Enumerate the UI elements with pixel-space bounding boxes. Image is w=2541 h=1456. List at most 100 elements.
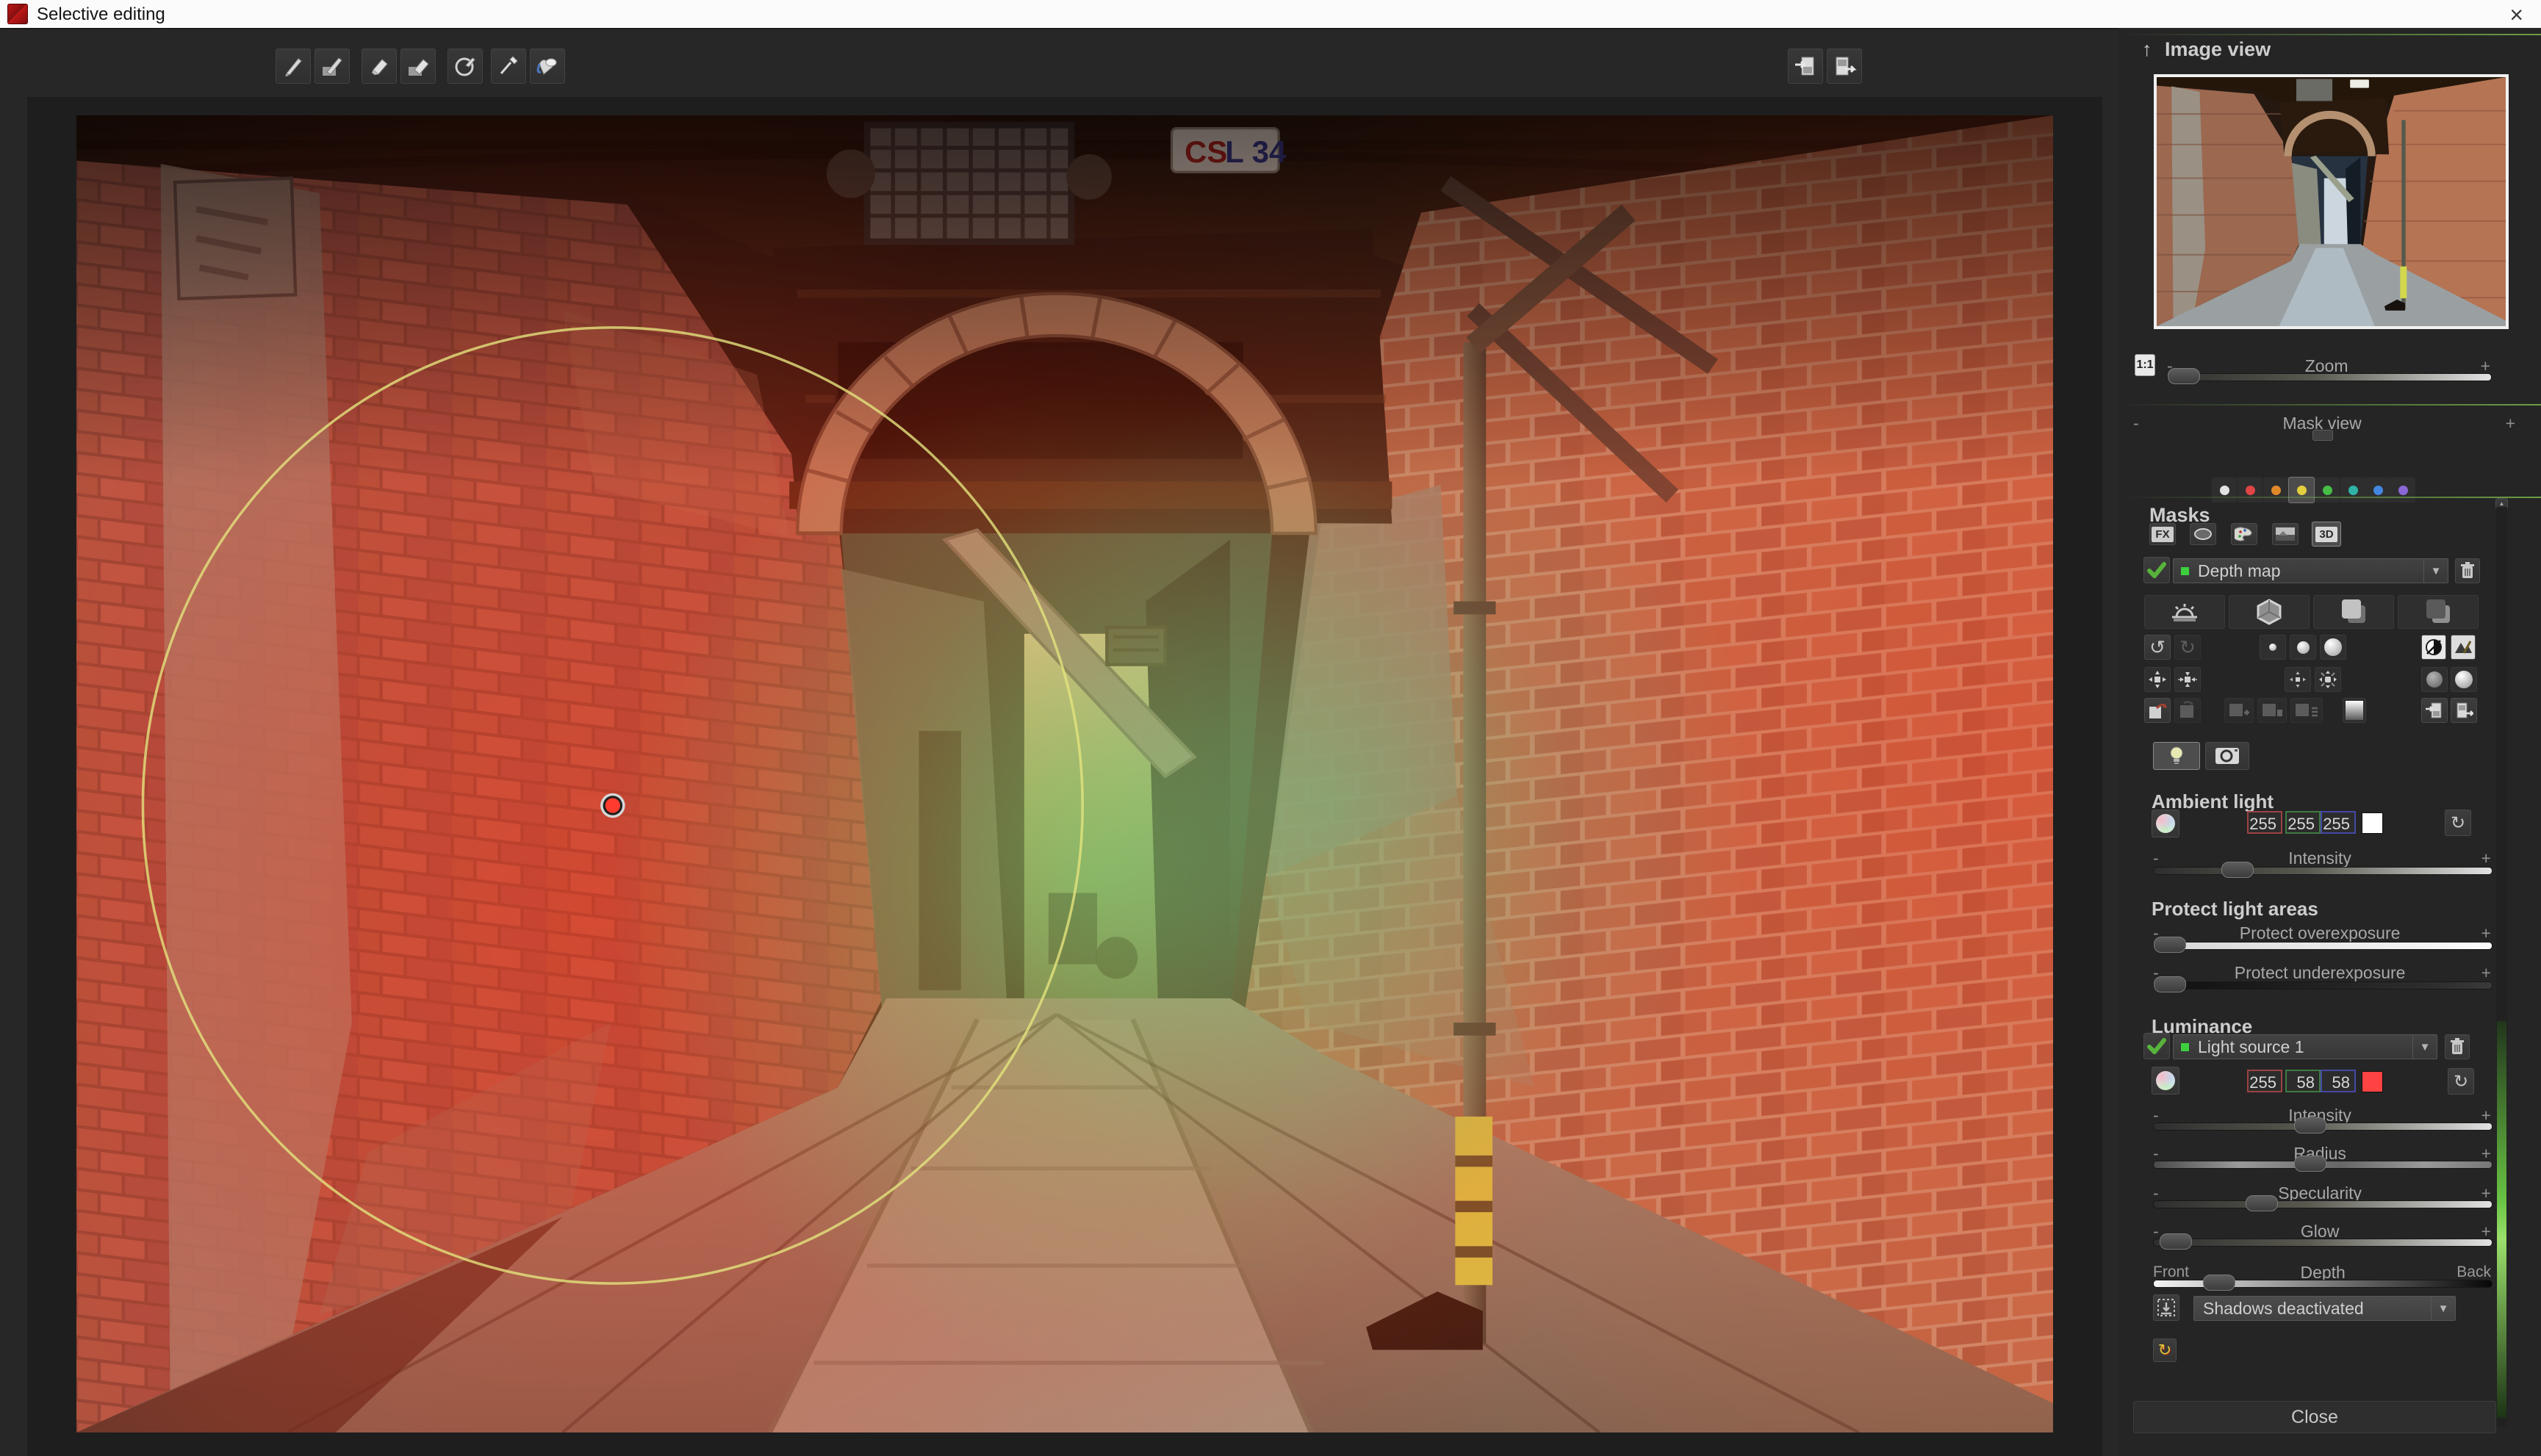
mask-color-orange[interactable] bbox=[2263, 477, 2288, 502]
radius-handle[interactable] bbox=[2294, 1156, 2326, 1172]
sphere-large-button[interactable] bbox=[2320, 635, 2346, 660]
sphere-medium-button[interactable] bbox=[2290, 635, 2316, 660]
light-blue-field[interactable]: 58 bbox=[2321, 1070, 2356, 1092]
mask-color-white[interactable] bbox=[2212, 477, 2237, 502]
feather-selection-button[interactable] bbox=[2315, 667, 2341, 692]
protect-under-slider[interactable] bbox=[2153, 981, 2493, 990]
matte-sphere-button[interactable] bbox=[2421, 667, 2448, 692]
light-edit-toggle[interactable] bbox=[2153, 742, 2200, 770]
mask-color-teal[interactable] bbox=[2340, 477, 2365, 502]
shrink-mask-button[interactable] bbox=[2174, 667, 2201, 692]
protect-over-handle[interactable] bbox=[2154, 937, 2186, 953]
light-green-field[interactable]: 58 bbox=[2285, 1070, 2321, 1092]
round-light-brush-button[interactable] bbox=[448, 48, 483, 84]
mask-enabled-checkbox[interactable] bbox=[2143, 557, 2170, 583]
light-mode-front-button[interactable] bbox=[2313, 595, 2394, 629]
ambient-red-field[interactable]: 255 bbox=[2247, 811, 2282, 834]
mask-view-minus[interactable]: - bbox=[2133, 414, 2139, 433]
light-mode-object-button[interactable] bbox=[2229, 595, 2310, 629]
close-button[interactable]: Close bbox=[2133, 1401, 2496, 1433]
grow-selection-button[interactable] bbox=[2285, 667, 2311, 692]
mask-view-plus[interactable]: + bbox=[2506, 414, 2515, 433]
copy-mask-button[interactable] bbox=[2174, 698, 2201, 723]
ambient-color-wheel-button[interactable] bbox=[2152, 810, 2179, 837]
light-mode-sun-button[interactable] bbox=[2144, 595, 2225, 629]
color-picker-tool-button[interactable] bbox=[491, 48, 526, 84]
light-color-swatch[interactable] bbox=[2362, 1071, 2383, 1092]
protect-over-plus[interactable]: + bbox=[2481, 923, 2491, 943]
ambient-blue-field[interactable]: 255 bbox=[2321, 811, 2356, 834]
panel-scrollbar-thumb[interactable] bbox=[2497, 1021, 2506, 1418]
light-reset-button[interactable]: ↻ bbox=[2448, 1068, 2474, 1095]
mask-color-purple[interactable] bbox=[2390, 477, 2415, 502]
protect-under-handle[interactable] bbox=[2154, 976, 2186, 992]
image-view-header[interactable]: ↑ Image view bbox=[2142, 38, 2271, 61]
gradient-mask-button[interactable] bbox=[2343, 698, 2366, 723]
mask-color-green[interactable] bbox=[2315, 477, 2340, 502]
camera-view-toggle[interactable] bbox=[2205, 742, 2249, 770]
eraser-area-tool-button[interactable] bbox=[400, 48, 436, 84]
shadows-dropdown[interactable]: Shadows deactivated ▼ bbox=[2193, 1296, 2456, 1321]
mask-tab-palette[interactable] bbox=[2231, 523, 2257, 545]
mask-tab-fx[interactable]: FX bbox=[2149, 523, 2176, 545]
invert-mask-button[interactable] bbox=[2421, 635, 2446, 660]
brush-tool-button[interactable] bbox=[276, 48, 311, 84]
mask-tab-3d[interactable]: 3D bbox=[2312, 522, 2341, 547]
ambient-intensity-plus[interactable]: + bbox=[2481, 848, 2491, 868]
mask-view-slider-handle[interactable] bbox=[2312, 430, 2333, 441]
copy-mask-layers-button[interactable] bbox=[2290, 698, 2323, 723]
redo-button[interactable]: ↻ bbox=[2174, 635, 2201, 660]
mask-tab-image[interactable] bbox=[2272, 523, 2299, 545]
ambient-color-swatch[interactable] bbox=[2362, 812, 2383, 834]
delete-light-source-button[interactable] bbox=[2445, 1034, 2470, 1059]
radius-slider[interactable] bbox=[2153, 1161, 2493, 1169]
ambient-green-field[interactable]: 255 bbox=[2285, 811, 2321, 834]
expand-mask-button[interactable] bbox=[2144, 667, 2171, 692]
mask-color-blue[interactable] bbox=[2365, 477, 2390, 502]
undo-button[interactable]: ↺ bbox=[2144, 635, 2171, 660]
light-source-dropdown[interactable]: Light source 1 ▼ bbox=[2173, 1034, 2437, 1059]
ambient-intensity-minus[interactable]: - bbox=[2153, 848, 2159, 868]
export-mask-button[interactable] bbox=[1827, 48, 1862, 84]
brush-area-tool-button[interactable] bbox=[315, 48, 350, 84]
specularity-slider[interactable] bbox=[2153, 1200, 2493, 1208]
mask-tab-lens[interactable] bbox=[2190, 523, 2216, 545]
ambient-intensity-handle[interactable] bbox=[2221, 862, 2254, 878]
shadow-options-button[interactable] bbox=[2153, 1294, 2179, 1321]
eraser-tool-button[interactable] bbox=[362, 48, 397, 84]
mask-select-dropdown[interactable]: Depth map ▼ bbox=[2173, 558, 2448, 583]
mask-color-red[interactable] bbox=[2238, 477, 2263, 502]
save-mask-button[interactable] bbox=[2451, 698, 2477, 723]
image-view-thumbnail[interactable] bbox=[2154, 74, 2509, 329]
light-color-wheel-button[interactable] bbox=[2152, 1067, 2179, 1095]
paste-mask-button[interactable] bbox=[2144, 698, 2171, 723]
protect-under-plus[interactable]: + bbox=[2481, 963, 2491, 983]
depth-handle[interactable] bbox=[2203, 1275, 2235, 1291]
gloss-sphere-button[interactable] bbox=[2451, 667, 2477, 692]
depth-slider[interactable] bbox=[2153, 1280, 2493, 1288]
delete-mask-button[interactable] bbox=[2455, 558, 2480, 583]
reset-light-color-button[interactable]: ↻ bbox=[2153, 1338, 2177, 1362]
light-red-field[interactable]: 255 bbox=[2247, 1070, 2282, 1092]
import-mask-button[interactable] bbox=[1788, 48, 1823, 84]
zoom-slider[interactable] bbox=[2167, 373, 2492, 381]
mask-color-yellow[interactable] bbox=[2289, 477, 2314, 502]
window-close-icon[interactable]: × bbox=[2509, 1, 2523, 29]
light-mode-back-button[interactable] bbox=[2398, 595, 2479, 629]
glow-slider[interactable] bbox=[2153, 1239, 2493, 1247]
ambient-intensity-slider[interactable] bbox=[2153, 867, 2493, 875]
light-intensity-handle[interactable] bbox=[2294, 1117, 2326, 1134]
panel-scrollbar[interactable] bbox=[2496, 507, 2507, 1427]
specularity-handle[interactable] bbox=[2246, 1195, 2278, 1211]
light-source-enabled-checkbox[interactable] bbox=[2143, 1033, 2170, 1059]
ambient-reset-button[interactable]: ↻ bbox=[2445, 810, 2471, 836]
edit-depth-button[interactable] bbox=[2451, 635, 2476, 660]
zoom-slider-handle[interactable] bbox=[2168, 368, 2200, 384]
fill-bucket-tool-button[interactable] bbox=[530, 48, 565, 84]
copy-mask-plus-button[interactable] bbox=[2224, 698, 2254, 723]
copy-mask-all-button[interactable] bbox=[2257, 698, 2287, 723]
light-intensity-slider[interactable] bbox=[2153, 1122, 2493, 1131]
protect-over-slider[interactable] bbox=[2153, 942, 2493, 950]
main-photo[interactable]: CS L 34 bbox=[76, 115, 2053, 1432]
glow-handle[interactable] bbox=[2160, 1233, 2192, 1250]
